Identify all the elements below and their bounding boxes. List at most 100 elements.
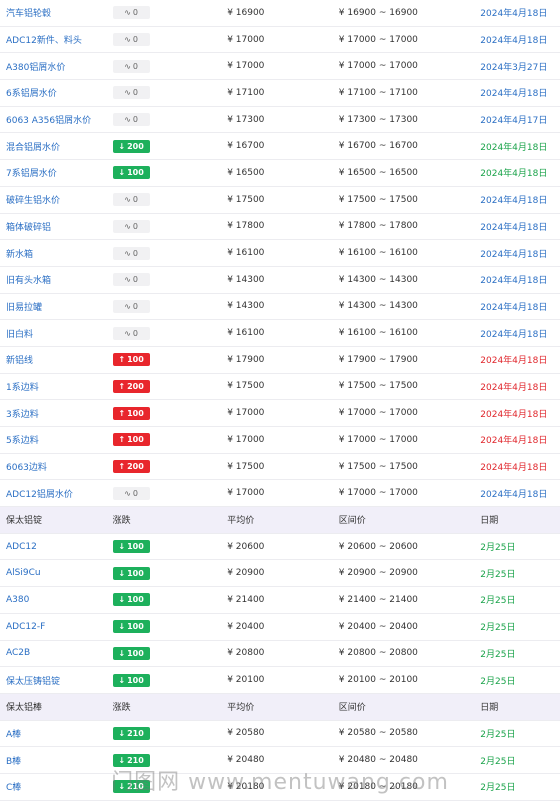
change-badge: ↓ 100 [112, 566, 150, 580]
table-row[interactable]: AlSi9Cu ↓ 100 ¥ 20900 ¥ 20900 ~ 20900 2月25日 [0, 560, 560, 588]
change-badge: ↓ 100 [112, 593, 150, 607]
change-value: 100 [127, 168, 144, 178]
material-name-link[interactable]: B棒 [0, 754, 113, 767]
table-row[interactable]: A棒 ↓ 210 ¥ 20580 ¥ 20580 ~ 20580 2月25日 [0, 721, 560, 748]
wave-icon: ∿ [124, 301, 131, 311]
change-badge: ∿ 0 [112, 193, 150, 207]
table-row[interactable]: 保太压铸铝锭 ↓ 100 ¥ 20100 ¥ 20100 ~ 20100 2月25日 [0, 667, 560, 694]
material-name-link[interactable]: ADC12新件、料头 [0, 33, 113, 46]
change-value: 200 [127, 381, 144, 391]
price-date: 2024年4月18日 [480, 382, 548, 393]
change-badge: ↑ 100 [112, 353, 150, 367]
change-badge: ∿ 0 [112, 6, 150, 20]
table-row[interactable]: ADC12新件、料头 ∿ 0 ¥ 17000 ¥ 17000 ~ 17000 2024年4… [0, 27, 560, 54]
table-row[interactable]: 箱体破碎铝 ∿ 0 ¥ 17800 ¥ 17800 ~ 17800 2024年4月18日 [0, 214, 560, 241]
material-name-link[interactable]: C棒 [0, 780, 113, 793]
material-name-link[interactable]: 破碎生铝水价 [0, 193, 113, 206]
change-value: 0 [132, 115, 138, 125]
wave-icon: ∿ [124, 488, 131, 498]
material-name-link[interactable]: 新水箱 [0, 247, 113, 260]
change-value: 0 [132, 88, 138, 98]
table-row[interactable]: 混合铝屑水价 ↓ 200 ¥ 16700 ¥ 16700 ~ 16700 2024年4月1… [0, 133, 560, 161]
table-row[interactable]: A380铝屑水价 ∿ 0 ¥ 17000 ¥ 17000 ~ 17000 2024年3月2… [0, 53, 560, 81]
table-row[interactable]: 6063边料 ↑ 200 ¥ 17500 ¥ 17500 ~ 17500 2024年4月1… [0, 454, 560, 481]
change-value: 0 [132, 8, 138, 18]
column-header-avg: 平均价 [227, 703, 255, 714]
material-name-link[interactable]: 旧易拉罐 [0, 300, 113, 313]
table-row[interactable]: 6系铝屑水价 ∿ 0 ¥ 17100 ¥ 17100 ~ 17100 2024年4月18日 [0, 80, 560, 107]
material-name-link[interactable]: A棒 [0, 727, 113, 740]
price-date: 2024年4月18日 [480, 302, 548, 313]
price-date: 2月25日 [480, 756, 516, 767]
table-row[interactable]: 7系铝屑水价 ↓ 100 ¥ 16500 ¥ 16500 ~ 16500 2024年4月1… [0, 160, 560, 187]
material-name-link[interactable]: 汽车铝轮毂 [0, 6, 113, 19]
price-range: ¥ 20600 ~ 20600 [338, 541, 418, 552]
material-name-link[interactable]: ADC12-F [0, 622, 113, 632]
change-badge: ↑ 100 [112, 406, 150, 420]
table-row[interactable]: ADC12 ↓ 100 ¥ 20600 ¥ 20600 ~ 20600 2月25日 [0, 534, 560, 561]
table-row[interactable]: ADC12-F ↓ 100 ¥ 20400 ¥ 20400 ~ 20400 2月25日 [0, 614, 560, 641]
change-value: 200 [127, 141, 144, 151]
price-date: 2024年3月27日 [480, 62, 548, 73]
table-row[interactable]: 6063 A356铝屑水价 ∿ 0 ¥ 17300 ¥ 17300 ~ 17300 202… [0, 107, 560, 134]
avg-price: ¥ 17500 [227, 381, 265, 392]
avg-price: ¥ 16100 [227, 328, 265, 339]
column-header-avg: 平均价 [227, 516, 255, 527]
material-name-link[interactable]: AlSi9Cu [0, 568, 113, 578]
table-row[interactable]: B棒 ↓ 210 ¥ 20480 ¥ 20480 ~ 20480 2月25日 [0, 747, 560, 774]
change-value: 0 [132, 61, 138, 71]
price-range: ¥ 17500 ~ 17500 [338, 194, 418, 205]
material-name-link[interactable]: ADC12 [0, 542, 113, 552]
table-row[interactable]: 旧易拉罐 ∿ 0 ¥ 14300 ¥ 14300 ~ 14300 2024年4月18日 [0, 294, 560, 321]
change-badge: ∿ 0 [112, 299, 150, 313]
change-value: 100 [127, 568, 144, 578]
material-name-link[interactable]: 6063 A356铝屑水价 [0, 113, 113, 126]
price-date: 2024年4月17日 [480, 116, 548, 127]
table-row[interactable]: 1系边料 ↑ 200 ¥ 17500 ¥ 17500 ~ 17500 2024年4月18日 [0, 374, 560, 401]
material-name-link[interactable]: 混合铝屑水价 [0, 140, 113, 153]
material-name-link[interactable]: 箱体破碎铝 [0, 220, 113, 233]
material-name-link[interactable]: ADC12铝屑水价 [0, 487, 113, 500]
material-name-link[interactable]: 旧白料 [0, 327, 113, 340]
material-name-link[interactable]: 保太压铸铝锭 [0, 674, 113, 687]
table-row[interactable]: A380 ↓ 100 ¥ 21400 ¥ 21400 ~ 21400 2月25日 [0, 587, 560, 614]
change-badge: ∿ 0 [112, 219, 150, 233]
material-name-link[interactable]: 3系边料 [0, 407, 113, 420]
avg-price: ¥ 20100 [227, 675, 265, 686]
table-row[interactable]: 5系边料 ↑ 100 ¥ 17000 ¥ 17000 ~ 17000 2024年4月18日 [0, 427, 560, 454]
section-header: 保太铝锭 涨跌 平均价 区间价 日期 [0, 507, 560, 534]
material-name-link[interactable]: 6063边料 [0, 460, 113, 473]
material-name-link[interactable]: A380铝屑水价 [0, 60, 113, 73]
avg-price: ¥ 17900 [227, 354, 265, 365]
material-name-link[interactable]: 旧有头水箱 [0, 273, 113, 286]
material-name-link[interactable]: 7系铝屑水价 [0, 166, 113, 179]
table-row[interactable]: 3系边料 ↑ 100 ¥ 17000 ¥ 17000 ~ 17000 2024年4月18日 [0, 400, 560, 427]
price-date: 2月25日 [480, 543, 516, 554]
table-row[interactable]: 破碎生铝水价 ∿ 0 ¥ 17500 ¥ 17500 ~ 17500 2024年4月18日 [0, 187, 560, 214]
table-row[interactable]: 新水箱 ∿ 0 ¥ 16100 ¥ 16100 ~ 16100 2024年4月18日 [0, 240, 560, 267]
material-name-link[interactable]: A380 [0, 595, 113, 605]
price-range: ¥ 17000 ~ 17000 [338, 61, 418, 72]
change-value: 100 [127, 355, 144, 365]
avg-price: ¥ 20400 [227, 621, 265, 632]
table-row[interactable]: 旧白料 ∿ 0 ¥ 16100 ¥ 16100 ~ 16100 2024年4月18日 [0, 320, 560, 347]
table-row[interactable]: AC2B ↓ 100 ¥ 20800 ¥ 20800 ~ 20800 2月25日 [0, 641, 560, 668]
change-value: 210 [127, 782, 144, 792]
material-name-link[interactable]: 6系铝屑水价 [0, 86, 113, 99]
avg-price: ¥ 17100 [227, 87, 265, 98]
change-badge: ↓ 210 [112, 753, 150, 767]
material-name-link[interactable]: AC2B [0, 648, 113, 658]
price-range: ¥ 20900 ~ 20900 [338, 568, 418, 579]
table-row[interactable]: C棒 ↓ 210 ¥ 20180 ¥ 20180 ~ 20180 2月25日 [0, 774, 560, 801]
table-row[interactable]: ADC12铝屑水价 ∿ 0 ¥ 17000 ¥ 17000 ~ 17000 2024年4月… [0, 480, 560, 508]
material-name-link[interactable]: 1系边料 [0, 380, 113, 393]
price-range: ¥ 16700 ~ 16700 [338, 141, 418, 152]
change-badge: ↓ 100 [112, 620, 150, 634]
material-name-link[interactable]: 5系边料 [0, 433, 113, 446]
up-arrow-icon: ↑ [118, 355, 126, 365]
table-row[interactable]: 新铝线 ↑ 100 ¥ 17900 ¥ 17900 ~ 17900 2024年4月18日 [0, 347, 560, 374]
table-row[interactable]: 汽车铝轮毂 ∿ 0 ¥ 16900 ¥ 16900 ~ 16900 2024年4月18日 [0, 0, 560, 27]
material-name-link[interactable]: 新铝线 [0, 353, 113, 366]
column-header-date: 日期 [480, 516, 499, 527]
table-row[interactable]: 旧有头水箱 ∿ 0 ¥ 14300 ¥ 14300 ~ 14300 2024年4月18日 [0, 267, 560, 294]
